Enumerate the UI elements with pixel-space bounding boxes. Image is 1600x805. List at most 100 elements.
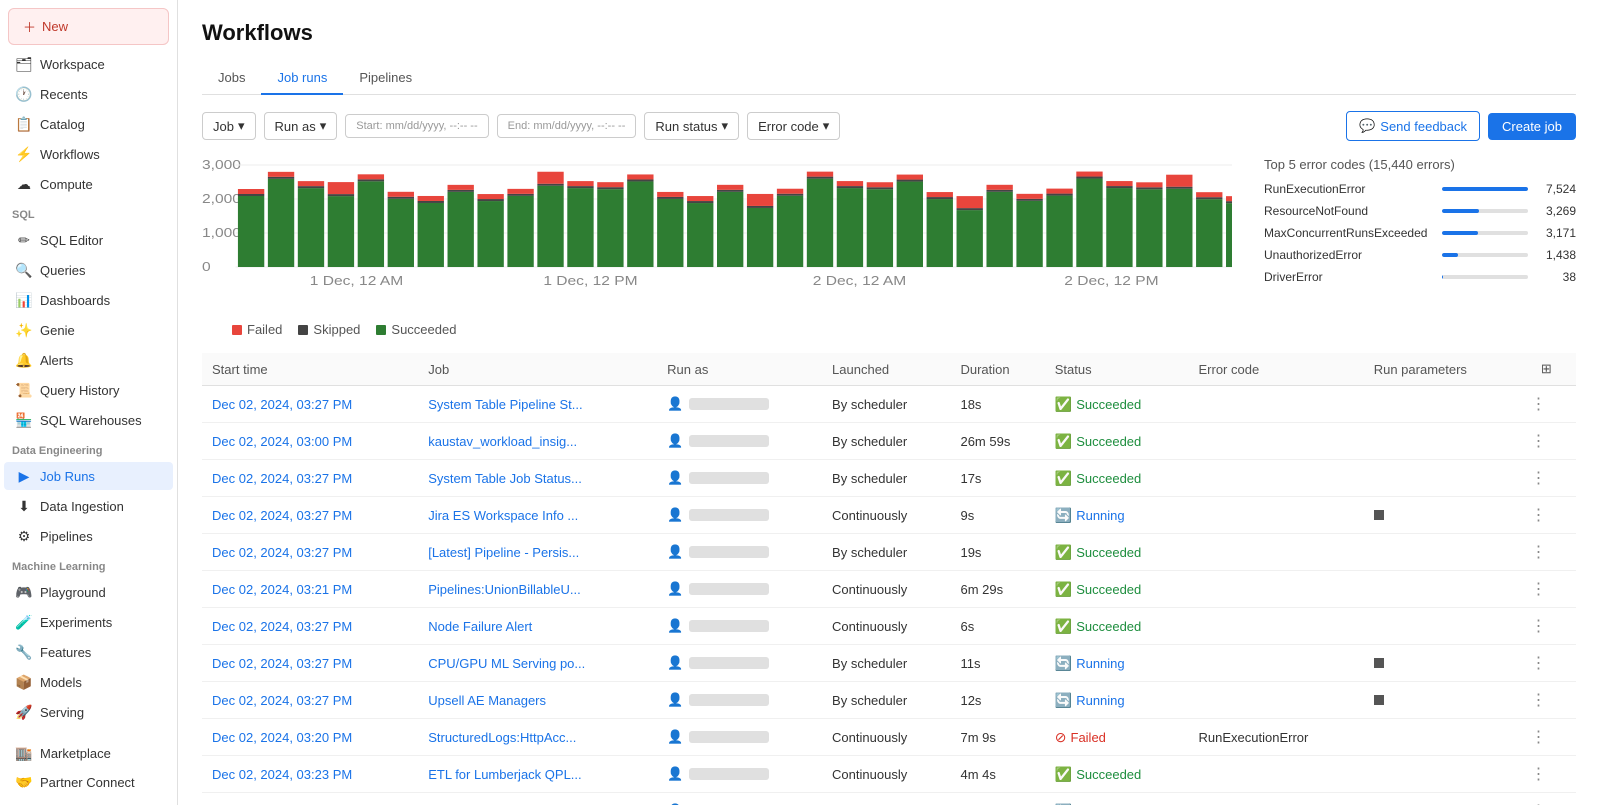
succeeded-icon: ✅ bbox=[1055, 618, 1072, 635]
start-time-link[interactable]: Dec 02, 2024, 03:23 PM bbox=[212, 767, 352, 782]
sidebar-item-workspace[interactable]: 🗂 Workspace bbox=[4, 50, 173, 78]
error-count: 38 bbox=[1536, 270, 1576, 284]
create-job-button[interactable]: Create job bbox=[1488, 113, 1576, 140]
error-bar-fill bbox=[1442, 187, 1528, 191]
user-icon: 👤 bbox=[667, 655, 683, 671]
chevron-down-icon: ▾ bbox=[823, 118, 830, 134]
error-name: MaxConcurrentRunsExceeded bbox=[1264, 226, 1434, 240]
error-count: 3,171 bbox=[1536, 226, 1576, 240]
start-time-link[interactable]: Dec 02, 2024, 03:27 PM bbox=[212, 508, 352, 523]
job-link[interactable]: StructuredLogs:HttpAcc... bbox=[428, 730, 576, 745]
run-as-filter[interactable]: Run as ▾ bbox=[264, 112, 338, 140]
cell-start-time: Dec 02, 2024, 03:20 PM bbox=[202, 719, 418, 756]
cell-job: Jira ES Workspace Info ... bbox=[418, 497, 657, 534]
stop-button[interactable] bbox=[1374, 658, 1384, 668]
sidebar-label-dashboards: Dashboards bbox=[40, 293, 110, 308]
job-link[interactable]: ETL for Lumberjack QPL... bbox=[428, 767, 581, 782]
row-action-menu[interactable]: ⋮ bbox=[1527, 618, 1551, 635]
sidebar-item-alerts[interactable]: 🔔 Alerts bbox=[4, 346, 173, 374]
cell-error-code bbox=[1189, 793, 1364, 805]
partner-connect-icon: 🤝 bbox=[16, 774, 32, 790]
sidebar-item-catalog[interactable]: 📋 Catalog bbox=[4, 110, 173, 138]
sidebar-item-playground[interactable]: 🎮 Playground bbox=[4, 578, 173, 606]
start-time-link[interactable]: Dec 02, 2024, 03:21 PM bbox=[212, 582, 352, 597]
row-action-menu[interactable]: ⋮ bbox=[1527, 433, 1551, 450]
start-time-link[interactable]: Dec 02, 2024, 03:27 PM bbox=[212, 693, 352, 708]
tab-pipelines[interactable]: Pipelines bbox=[343, 62, 428, 95]
job-link[interactable]: CPU/GPU ML Serving po... bbox=[428, 656, 585, 671]
job-link[interactable]: System Table Job Status... bbox=[428, 471, 582, 486]
sidebar-item-data-ingestion[interactable]: ⬇ Data Ingestion bbox=[4, 492, 173, 520]
sidebar-label-job-runs: Job Runs bbox=[40, 469, 95, 484]
sidebar-item-genie[interactable]: ✨ Genie bbox=[4, 316, 173, 344]
table-row: Dec 02, 2024, 03:27 PM Upsell AE Manager… bbox=[202, 682, 1576, 719]
row-action-menu[interactable]: ⋮ bbox=[1527, 507, 1551, 524]
send-feedback-button[interactable]: 💬 Send feedback bbox=[1346, 111, 1480, 141]
cell-duration: 26m 59s bbox=[950, 423, 1044, 460]
job-link[interactable]: Jira ES Workspace Info ... bbox=[428, 508, 578, 523]
job-link[interactable]: Upsell AE Managers bbox=[428, 693, 546, 708]
new-button[interactable]: ＋ New bbox=[8, 8, 169, 45]
job-link[interactable]: kaustav_workload_insig... bbox=[428, 434, 577, 449]
sidebar-item-compute[interactable]: ☁ Compute bbox=[4, 170, 173, 198]
row-action-menu[interactable]: ⋮ bbox=[1527, 470, 1551, 487]
start-date-input[interactable]: Start: mm/dd/yyyy, --:-- -- bbox=[345, 114, 488, 138]
sidebar-item-marketplace[interactable]: 🏬 Marketplace bbox=[4, 739, 173, 767]
job-filter[interactable]: Job ▾ bbox=[202, 112, 256, 140]
sidebar-item-queries[interactable]: 🔍 Queries bbox=[4, 256, 173, 284]
row-action-menu[interactable]: ⋮ bbox=[1527, 766, 1551, 783]
grid-view-icon[interactable]: ⊞ bbox=[1541, 361, 1552, 376]
sidebar-item-partner-connect[interactable]: 🤝 Partner Connect bbox=[4, 768, 173, 796]
cell-actions: ⋮ bbox=[1517, 682, 1576, 719]
stop-button[interactable] bbox=[1374, 510, 1384, 520]
sidebar-item-experiments[interactable]: 🧪 Experiments bbox=[4, 608, 173, 636]
col-launched: Launched bbox=[822, 353, 950, 386]
col-grid[interactable]: ⊞ bbox=[1517, 353, 1576, 386]
sidebar-item-sql-warehouses[interactable]: 🏪 SQL Warehouses bbox=[4, 406, 173, 434]
tab-jobs[interactable]: Jobs bbox=[202, 62, 261, 95]
error-code-filter[interactable]: Error code ▾ bbox=[747, 112, 840, 140]
start-time-link[interactable]: Dec 02, 2024, 03:27 PM bbox=[212, 619, 352, 634]
job-link[interactable]: Node Failure Alert bbox=[428, 619, 532, 634]
start-time-link[interactable]: Dec 02, 2024, 03:00 PM bbox=[212, 434, 352, 449]
row-action-menu[interactable]: ⋮ bbox=[1527, 544, 1551, 561]
cell-launched: Continuously bbox=[822, 719, 950, 756]
tab-job-runs[interactable]: Job runs bbox=[261, 62, 343, 95]
cell-run-parameters bbox=[1364, 497, 1517, 534]
sidebar-item-recents[interactable]: 🕐 Recents bbox=[4, 80, 173, 108]
status-label: Succeeded bbox=[1076, 582, 1141, 597]
start-time-link[interactable]: Dec 02, 2024, 03:20 PM bbox=[212, 730, 352, 745]
sidebar-label-workspace: Workspace bbox=[40, 57, 105, 72]
page-title: Workflows bbox=[202, 20, 1576, 46]
cell-job: ft weekly revenue - Ever... bbox=[418, 793, 657, 805]
row-action-menu[interactable]: ⋮ bbox=[1527, 729, 1551, 746]
run-status-filter[interactable]: Run status ▾ bbox=[644, 112, 739, 140]
start-time-link[interactable]: Dec 02, 2024, 03:27 PM bbox=[212, 545, 352, 560]
running-icon: 🔄 bbox=[1055, 507, 1072, 524]
catalog-icon: 📋 bbox=[16, 116, 32, 132]
job-link[interactable]: System Table Pipeline St... bbox=[428, 397, 582, 412]
sidebar-item-models[interactable]: 📦 Models bbox=[4, 668, 173, 696]
sidebar-item-dashboards[interactable]: 📊 Dashboards bbox=[4, 286, 173, 314]
sidebar-item-job-runs[interactable]: ▶ Job Runs bbox=[4, 462, 173, 490]
sidebar-item-features[interactable]: 🔧 Features bbox=[4, 638, 173, 666]
sidebar-item-query-history[interactable]: 📜 Query History bbox=[4, 376, 173, 404]
sidebar-item-serving[interactable]: 🚀 Serving bbox=[4, 698, 173, 726]
sidebar-item-sql-editor[interactable]: ✏ SQL Editor bbox=[4, 226, 173, 254]
row-action-menu[interactable]: ⋮ bbox=[1527, 655, 1551, 672]
job-link[interactable]: [Latest] Pipeline - Persis... bbox=[428, 545, 579, 560]
start-time-link[interactable]: Dec 02, 2024, 03:27 PM bbox=[212, 656, 352, 671]
start-time-link[interactable]: Dec 02, 2024, 03:27 PM bbox=[212, 397, 352, 412]
row-action-menu[interactable]: ⋮ bbox=[1527, 396, 1551, 413]
job-link[interactable]: Pipelines:UnionBillableU... bbox=[428, 582, 580, 597]
row-action-menu[interactable]: ⋮ bbox=[1527, 581, 1551, 598]
cell-launched: By scheduler bbox=[822, 645, 950, 682]
end-date-input[interactable]: End: mm/dd/yyyy, --:-- -- bbox=[497, 114, 637, 138]
stop-button[interactable] bbox=[1374, 695, 1384, 705]
row-action-menu[interactable]: ⋮ bbox=[1527, 692, 1551, 709]
cell-job: Pipelines:UnionBillableU... bbox=[418, 571, 657, 608]
cell-run-parameters bbox=[1364, 386, 1517, 423]
start-time-link[interactable]: Dec 02, 2024, 03:27 PM bbox=[212, 471, 352, 486]
sidebar-item-pipelines[interactable]: ⚙ Pipelines bbox=[4, 522, 173, 550]
sidebar-item-workflows[interactable]: ⚡ Workflows bbox=[4, 140, 173, 168]
